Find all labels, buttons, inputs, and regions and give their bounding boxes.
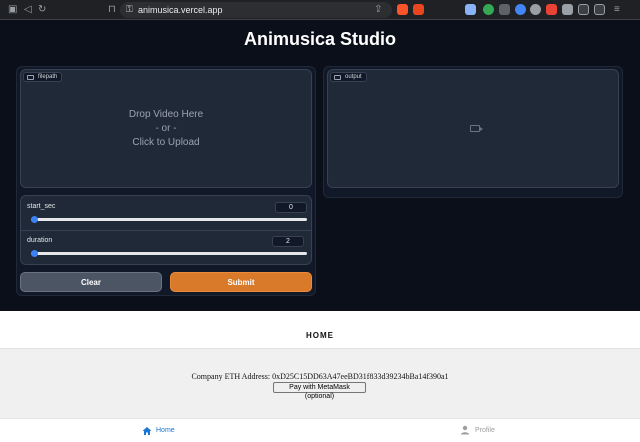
extensions-puzzle-icon[interactable] [562, 4, 573, 15]
output-label: output [345, 74, 362, 80]
submit-button[interactable]: Submit [170, 272, 312, 292]
extension-icon[interactable] [515, 4, 526, 15]
nav-profile-label[interactable]: Profile [475, 426, 495, 436]
address-bar[interactable]: ⚿ animusica.vercel.app ⇪ [120, 2, 392, 18]
video-icon [27, 75, 34, 80]
wallet-icon[interactable] [594, 4, 605, 15]
browser-sidebar-icon[interactable]: ▣ [8, 3, 17, 17]
duration-number-input[interactable]: 2 [272, 236, 304, 247]
start-sec-slider[interactable] [31, 216, 307, 223]
start-sec-slider-thumb[interactable] [31, 216, 38, 223]
lower-page: HOME Company ETH Address: 0xD25C15DD63A4… [0, 311, 640, 442]
bookmark-icon[interactable]: ⊓ [108, 3, 116, 17]
drop-line-1: Drop Video Here [128, 109, 204, 120]
extension-icon[interactable] [465, 4, 476, 15]
brave-shield-icon[interactable] [397, 4, 408, 15]
clear-button[interactable]: Clear [20, 272, 162, 292]
video-output: output [327, 69, 619, 188]
start-sec-number-input[interactable]: 0 [275, 202, 307, 213]
extension-icon[interactable] [483, 4, 494, 15]
video-placeholder-icon [470, 125, 483, 132]
duration-slider[interactable] [31, 250, 307, 257]
start-sec-label: start_sec [27, 203, 56, 210]
drop-line-3: Click to Upload [132, 137, 200, 148]
duration-slider-thumb[interactable] [31, 250, 38, 257]
lock-icon: ⚿ [126, 4, 133, 14]
eth-address-text: Company ETH Address: 0xD25C15DD63A47eeBD… [191, 372, 449, 381]
page-title: Animusica Studio [243, 29, 396, 49]
pay-with-metamask-button[interactable]: Pay with MetaMask (optional) [273, 382, 366, 400]
brave-rewards-icon[interactable] [413, 4, 424, 15]
bottom-navigation: Home Profile [0, 418, 640, 442]
browser-toolbar: ▣ ◁ ↻ ⊓ ⚿ animusica.vercel.app ⇪ ≡ [0, 0, 640, 20]
extension-icon[interactable] [546, 4, 557, 15]
nav-home-label[interactable]: Home [156, 426, 175, 436]
share-icon[interactable]: ⇪ [374, 3, 382, 17]
input-label-tag: filepath [23, 72, 63, 82]
extension-icon[interactable] [530, 4, 541, 15]
profile-icon[interactable] [460, 425, 470, 435]
address-url[interactable]: animusica.vercel.app [138, 4, 223, 16]
back-icon[interactable]: ◁ [24, 3, 32, 17]
home-header: HOME [0, 311, 640, 349]
video-icon [334, 75, 341, 80]
sidebar-toggle-icon[interactable] [578, 4, 589, 15]
output-label-tag: output [330, 72, 367, 82]
extension-icon[interactable] [499, 4, 510, 15]
slider-group: start_sec 0 duration 2 [20, 195, 312, 265]
reload-icon[interactable]: ↻ [38, 3, 46, 17]
slider-divider [21, 230, 311, 231]
video-upload-dropzone[interactable]: filepath Drop Video Here - or - Click to… [20, 69, 312, 188]
drop-line-2: - or - [155, 123, 177, 134]
gradio-app: Animusica Studio filepath Drop Video Her… [0, 20, 640, 311]
input-label: filepath [38, 74, 58, 80]
duration-label: duration [27, 237, 53, 244]
drop-instructions[interactable]: Drop Video Here - or - Click to Upload [21, 108, 311, 150]
home-icon[interactable] [142, 426, 152, 436]
menu-icon[interactable]: ≡ [614, 3, 620, 17]
